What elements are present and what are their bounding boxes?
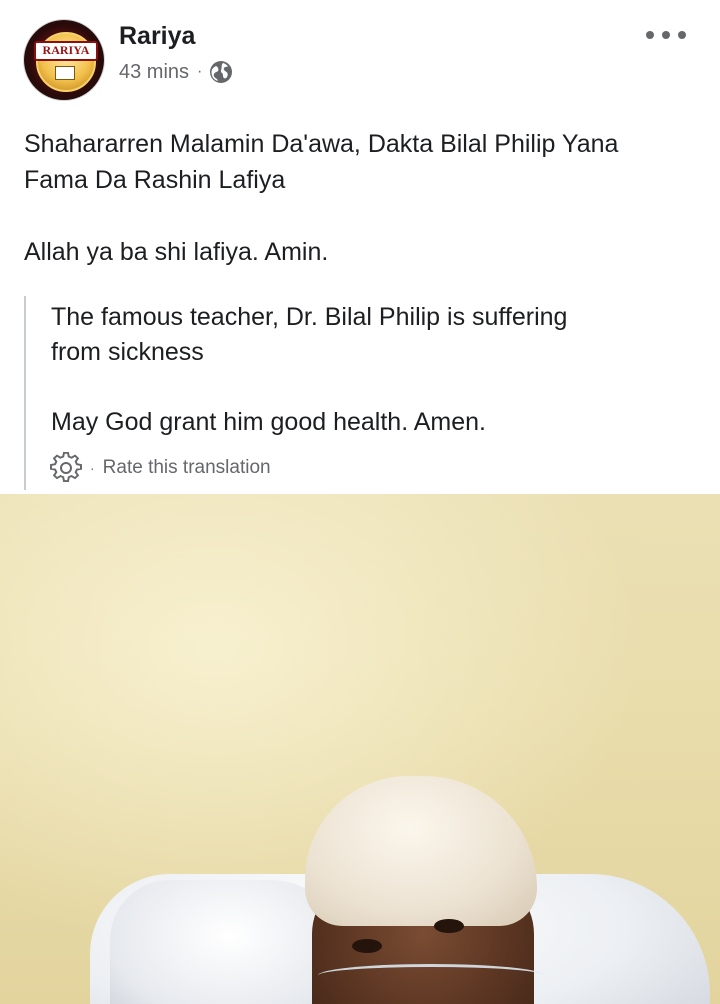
post-message: Shahararren Malamin Da'awa, Dakta Bilal … <box>24 126 696 270</box>
more-dot <box>678 31 686 39</box>
photo-eye-left <box>352 939 382 953</box>
post-text-line: Allah ya ba shi lafiya. Amin. <box>24 238 329 266</box>
meta-separator: · <box>197 63 203 80</box>
translation-text: The famous teacher, Dr. Bilal Philip is … <box>51 300 681 440</box>
translation-line: The famous teacher, Dr. Bilal Philip is … <box>51 303 568 331</box>
post-header: RARIYA Rariya 43 mins · <box>0 0 720 110</box>
rate-translation-link[interactable]: Rate this translation <box>103 456 271 480</box>
post-timestamp[interactable]: 43 mins <box>119 60 189 84</box>
rate-separator: · <box>90 460 95 476</box>
post-meta: 43 mins · <box>119 58 233 86</box>
photo-nasal-tube <box>318 964 544 987</box>
author-name[interactable]: Rariya <box>119 21 195 51</box>
more-options-button[interactable] <box>646 22 686 48</box>
translation-line <box>51 370 681 405</box>
post-text-line: Shahararren Malamin Da'awa, Dakta Bilal … <box>24 130 619 158</box>
translation-block: The famous teacher, Dr. Bilal Philip is … <box>24 296 698 490</box>
post-text-line <box>24 198 696 234</box>
translation-line: from sickness <box>51 338 204 366</box>
rate-translation-row: · Rate this translation <box>50 452 271 484</box>
more-horizontal-icon <box>646 31 654 39</box>
avatar-logo-text: RARIYA <box>34 41 98 61</box>
post-text-line: Fama Da Rashin Lafiya <box>24 166 286 194</box>
translation-line: May God grant him good health. Amen. <box>51 408 486 436</box>
post-photo[interactable] <box>0 494 720 1004</box>
globe-icon[interactable] <box>209 60 233 84</box>
avatar-book-icon <box>55 66 75 80</box>
photo-eye-right <box>434 919 464 933</box>
more-dot <box>662 31 670 39</box>
page-avatar[interactable]: RARIYA <box>24 20 104 100</box>
gear-icon[interactable] <box>50 452 82 484</box>
